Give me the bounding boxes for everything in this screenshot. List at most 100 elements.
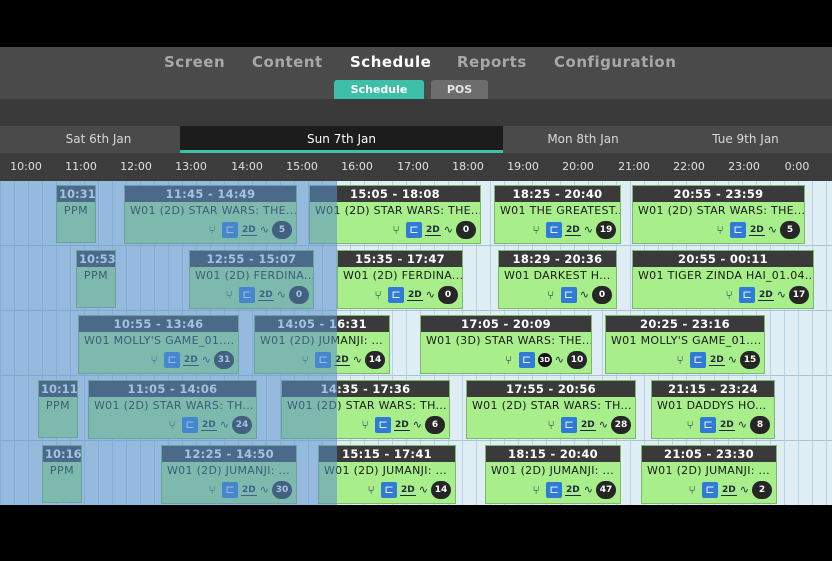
session-card[interactable]: 15:35 - 17:47 W01 (2D) FERDINA... ⑂ ⊏ 2D ∿ 0 — [337, 250, 463, 309]
day-tab-sun[interactable]: Sun 7th Jan — [180, 126, 503, 153]
session-card[interactable]: 11:05 - 14:06 W01 (2D) STAR WARS: TH... ⑂ ⊏… — [88, 380, 257, 439]
format-2d-icon: 2D — [749, 224, 765, 236]
top-black-area — [0, 0, 832, 47]
seat-map-icon[interactable]: ⊏ — [406, 222, 423, 238]
channels-icon: ⑂ — [392, 223, 400, 237]
session-title: W01 (2D) STAR WARS: TH... — [94, 399, 254, 412]
day-tab-mon[interactable]: Mon 8th Jan — [503, 126, 663, 153]
audio-icon: ∿ — [554, 353, 564, 366]
session-card[interactable]: 11:45 - 14:49 W01 (2D) STAR WARS: THE... ⑂… — [124, 185, 297, 244]
grid-line — [0, 181, 1, 505]
day-tab-sat[interactable]: Sat 6th Jan — [17, 126, 180, 153]
channels-icon: ⑂ — [688, 483, 696, 497]
subtab-schedule[interactable]: Schedule — [334, 80, 424, 100]
subtab-pos[interactable]: POS — [431, 80, 488, 100]
session-card[interactable]: 21:15 - 23:24 W01 DADDYS HO... ⑂ ⊏ 2D ∿ 8 — [651, 380, 775, 439]
tickets-count-badge: 28 — [611, 416, 631, 434]
audio-icon: ∿ — [739, 483, 749, 496]
seat-map-icon[interactable]: ⊏ — [182, 417, 199, 433]
top-navigation: Screen Content Schedule Reports Configur… — [0, 47, 832, 100]
session-card[interactable]: 15:05 - 18:08 W01 (2D) STAR WARS: THE... ⑂… — [309, 185, 481, 244]
session-time: 15:35 - 17:47 — [338, 251, 462, 267]
session-card[interactable]: 12:55 - 15:07 W01 (2D) FERDINA... ⑂ ⊏ 2D ∿ 0 — [189, 250, 314, 309]
session-card[interactable]: 21:05 - 23:30 W01 (2D) JUMANJI: ... ⑂ ⊏ 2D ∿ 2 — [641, 445, 777, 504]
channels-icon: ⑂ — [532, 223, 540, 237]
seat-map-icon[interactable]: ⊏ — [700, 417, 717, 433]
tickets-count-badge: 19 — [596, 221, 616, 239]
seat-map-icon[interactable]: ⊏ — [560, 287, 577, 303]
hour-label: 15:00 — [286, 160, 318, 173]
ppm-label: PPM — [83, 269, 109, 282]
seat-map-icon[interactable]: ⊏ — [381, 482, 398, 498]
hour-label: 23:00 — [728, 160, 760, 173]
seat-map-icon[interactable]: ⊏ — [239, 287, 256, 303]
ppm-time: 10:16 - — [43, 446, 81, 462]
session-card[interactable]: 15:15 - 17:41 W01 (2D) JUMANJI: ... ⑂ ⊏ 2D ∿ 1… — [318, 445, 456, 504]
session-icons: ⑂ ⊏ 2D ∿ 0 — [371, 286, 458, 304]
session-card[interactable]: 20:55 - 23:59 W01 (2D) STAR WARS: THE... ⑂… — [632, 185, 805, 244]
session-title: W01 (2D) JUMANJI: ... — [260, 334, 383, 347]
row-divider — [0, 310, 832, 311]
session-icons: ⑂ ⊏ 2D ∿ 14 — [364, 481, 451, 499]
channels-icon: ⑂ — [301, 353, 309, 367]
session-time: 18:15 - 20:40 — [486, 446, 620, 462]
seat-map-icon[interactable]: ⊏ — [730, 222, 747, 238]
nav-content[interactable]: Content — [252, 53, 323, 71]
session-icons: ⑂ ⊏ 2D ∿ 5 — [713, 221, 800, 239]
seat-map-icon[interactable]: ⊏ — [546, 482, 563, 498]
hour-label: 22:00 — [673, 160, 705, 173]
nav-schedule[interactable]: Schedule — [350, 53, 431, 71]
seat-map-icon[interactable]: ⊏ — [518, 352, 535, 368]
session-card[interactable]: 18:25 - 20:40 W01 THE GREATEST... ⑂ ⊏ 2D ∿ 19 — [494, 185, 621, 244]
session-card[interactable]: 10:55 - 13:46 W01 MOLLY'S GAME_01.... ⑂ ⊏ 2D… — [78, 315, 239, 374]
session-card[interactable]: 17:55 - 20:56 W01 (2D) STAR WARS: TH... ⑂ ⊏… — [466, 380, 636, 439]
channels-icon: ⑂ — [505, 353, 513, 367]
nav-configuration[interactable]: Configuration — [554, 53, 676, 71]
seat-map-icon[interactable]: ⊏ — [546, 222, 563, 238]
format-2d-icon: 2D — [721, 484, 737, 496]
seat-map-icon[interactable]: ⊏ — [388, 287, 405, 303]
format-2d-icon: 2D — [565, 484, 581, 496]
channels-icon: ⑂ — [208, 223, 216, 237]
session-card[interactable]: 18:29 - 20:36 W01 DARKEST H... ⑂ ⊏ ∿ 0 — [498, 250, 617, 309]
seat-map-icon[interactable]: ⊏ — [222, 482, 239, 498]
hour-label: 11:00 — [65, 160, 97, 173]
ppm-label: PPM — [49, 464, 75, 477]
session-title: W01 (2D) JUMANJI: ... — [491, 464, 614, 477]
seat-map-icon[interactable]: ⊏ — [315, 352, 332, 368]
session-icons: ⑂ ⊏ 2D ∿ 17 — [722, 286, 809, 304]
session-card[interactable]: 14:35 - 17:36 W01 (2D) STAR WARS: TH... ⑂ ⊏… — [281, 380, 450, 439]
ppm-block[interactable]: 10:53 - PPM — [76, 250, 116, 308]
hour-label: 0:00 — [784, 160, 810, 173]
ppm-label: PPM — [63, 204, 89, 217]
seat-map-icon[interactable]: ⊏ — [702, 482, 719, 498]
day-selector: Sat 6th Jan Sun 7th Jan Mon 8th Jan Tue … — [0, 126, 832, 153]
session-time: 20:55 - 23:59 — [633, 186, 804, 202]
session-title: W01 (2D) STAR WARS: TH... — [287, 399, 447, 412]
day-tab-tue[interactable]: Tue 9th Jan — [663, 126, 828, 153]
seat-map-icon[interactable]: ⊏ — [222, 222, 239, 238]
nav-reports[interactable]: Reports — [457, 53, 527, 71]
seat-map-icon[interactable]: ⊏ — [164, 352, 181, 368]
ppm-block[interactable]: 10:11 - PPM — [38, 380, 78, 438]
hour-label: 19:00 — [507, 160, 539, 173]
session-card[interactable]: 20:25 - 23:16 W01 MOLLY'S GAME_01.... ⑂ ⊏ 2D… — [605, 315, 765, 374]
format-2d-icon: 2D — [241, 224, 257, 236]
audio-icon: ∿ — [259, 223, 269, 236]
session-card[interactable]: 18:15 - 20:40 W01 (2D) JUMANJI: ... ⑂ ⊏ 2D ∿ 4… — [485, 445, 621, 504]
session-card[interactable]: 12:25 - 14:50 W01 (2D) JUMANJI: ... ⑂ ⊏ 2D ∿ 3… — [161, 445, 297, 504]
seat-map-icon[interactable]: ⊏ — [375, 417, 392, 433]
session-card[interactable]: 17:05 - 20:09 W01 (3D) STAR WARS: THE... ⑂… — [420, 315, 592, 374]
format-2d-icon: 2D — [565, 224, 581, 236]
ppm-block[interactable]: 10:31 - PPM — [56, 185, 96, 243]
session-time: 12:55 - 15:07 — [190, 251, 313, 267]
audio-icon: ∿ — [443, 223, 453, 236]
tickets-count-badge: 14 — [365, 351, 385, 369]
seat-map-icon[interactable]: ⊏ — [739, 287, 756, 303]
nav-screen[interactable]: Screen — [164, 53, 225, 71]
session-card[interactable]: 20:55 - 00:11 W01 TIGER ZINDA HAI_01.04..… — [632, 250, 814, 309]
session-card[interactable]: 14:05 - 16:31 W01 (2D) JUMANJI: ... ⑂ ⊏ 2D ∿ 1… — [254, 315, 390, 374]
seat-map-icon[interactable]: ⊏ — [561, 417, 578, 433]
seat-map-icon[interactable]: ⊏ — [690, 352, 707, 368]
ppm-block[interactable]: 10:16 - PPM — [42, 445, 82, 503]
